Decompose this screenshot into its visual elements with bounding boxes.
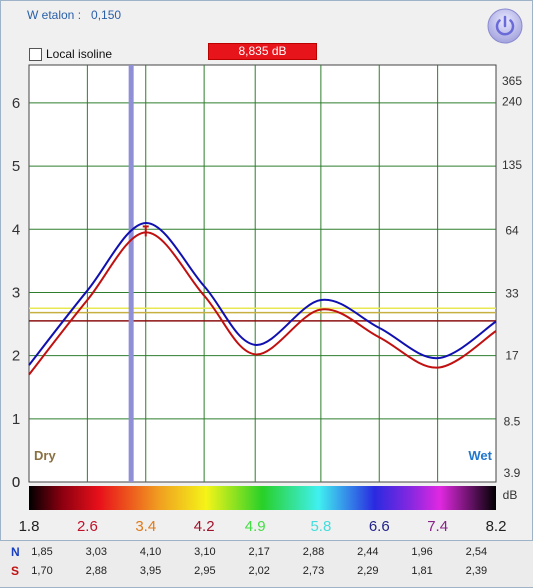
level-badge: 8,835 dB [208, 43, 317, 60]
x-tick-label: 1.8 [19, 518, 40, 535]
cursor-bar [128, 65, 134, 482]
chart: 01234563652401356433178.53.9Dry WetdB01.8… [12, 64, 522, 535]
value-cell-s: 2,39 [465, 565, 488, 577]
y-tick-label: 5 [12, 158, 20, 175]
x-tick-label: 8.2 [486, 518, 507, 535]
right-axis-tick: 3.9 [504, 466, 521, 480]
right-axis-tick: 64 [505, 224, 519, 238]
right-axis-unit: dB [503, 488, 518, 502]
y-tick-label: 1 [12, 411, 20, 428]
w-etalon-readout: W etalon : 0,150 [27, 8, 121, 22]
local-isoline-label: Local isoline [46, 47, 113, 61]
value-cell-n: 2,44 [357, 546, 379, 558]
y-tick-label: 3 [12, 284, 20, 301]
values-table: N 1,85 3,03 4,10 3,10 2,17 2,88 2,44 1,96 2,54 S 1,… [0, 540, 533, 587]
right-axis-tick: 33 [505, 287, 519, 301]
power-button[interactable] [487, 8, 523, 44]
value-cell-s: 2,88 [85, 565, 107, 577]
y-tick-label: 6 [12, 95, 20, 112]
y-tick-label: 0 [12, 474, 20, 491]
value-cell-n: 1,96 [411, 546, 433, 558]
value-cell-n: 4,10 [139, 546, 162, 558]
value-cell-s: 1,81 [411, 565, 433, 577]
value-cell-n: 3,03 [85, 546, 107, 558]
power-icon [487, 8, 523, 44]
value-cell-n: 2,54 [465, 546, 488, 558]
y-tick-label: 4 [12, 221, 20, 238]
w-etalon-value: 0,150 [91, 8, 122, 22]
y-tick-label: 2 [12, 348, 20, 365]
right-axis-tick: 8.5 [504, 414, 521, 428]
value-cell-s: 1,70 [31, 565, 53, 577]
value-cell-s: 3,95 [139, 565, 162, 577]
right-axis-tick: 240 [502, 95, 522, 109]
value-cell-n: 2,17 [248, 546, 270, 558]
w-etalon-label: W etalon : [27, 8, 82, 22]
x-tick-label: 7.4 [427, 518, 448, 535]
local-isoline-toggle[interactable]: Local isoline [29, 47, 112, 61]
right-axis-tick: 135 [502, 158, 522, 172]
value-cell-n: 2,88 [302, 546, 325, 558]
x-tick-label: 4.9 [245, 518, 266, 535]
x-tick-label: 5.8 [310, 518, 331, 535]
x-tick-label: 6.6 [369, 518, 390, 535]
x-tick-label: 3.4 [135, 518, 156, 535]
right-axis-tick: 17 [505, 349, 519, 363]
x-tick-label: 2.6 [77, 518, 98, 535]
spectrum-bar [29, 486, 496, 510]
value-cell-n: 3,10 [194, 546, 216, 558]
right-axis-tick: 365 [502, 74, 522, 88]
value-cell-s: 2,02 [248, 565, 270, 577]
row-label-n: N [11, 545, 20, 559]
row-label-s: S [11, 564, 20, 578]
local-isoline-checkbox[interactable] [29, 47, 42, 61]
x-tick-label: 4.2 [194, 518, 215, 535]
value-cell-s: 2,29 [357, 565, 379, 577]
value-cell-n: 1,85 [31, 546, 53, 558]
value-cell-s: 2,73 [302, 565, 325, 577]
value-cell-s: 2,95 [194, 565, 216, 577]
wet-label: Wet [468, 448, 492, 463]
dry-label: Dry [34, 448, 56, 463]
